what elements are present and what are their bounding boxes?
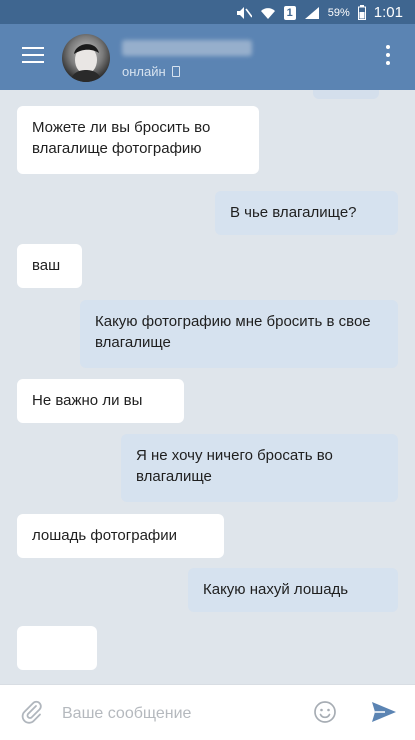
message-outgoing[interactable]: В чье влагалище? bbox=[215, 191, 398, 235]
message-input[interactable] bbox=[60, 699, 304, 729]
message-incoming[interactable] bbox=[17, 626, 97, 670]
message-text: В чье влагалище? bbox=[230, 204, 357, 221]
app-bar: онлайн bbox=[0, 24, 415, 90]
message-text: Не важно ли вы bbox=[32, 392, 143, 409]
battery-percent: 59% bbox=[327, 6, 350, 19]
message-text: Можете ли вы бросить во влагалище фотогр… bbox=[32, 119, 211, 157]
status-bar: 1 59% 1:01 bbox=[0, 0, 415, 24]
previous-message-stub bbox=[313, 90, 379, 99]
mobile-status-icon bbox=[172, 66, 181, 77]
overflow-menu-icon[interactable] bbox=[385, 45, 391, 69]
contact-name-redacted[interactable] bbox=[122, 40, 252, 56]
avatar[interactable] bbox=[62, 34, 110, 82]
send-icon[interactable] bbox=[370, 700, 398, 724]
message-text: Какую нахуй лошадь bbox=[203, 581, 349, 598]
message-outgoing[interactable]: Я не хочу ничего бросать во влагалище bbox=[121, 434, 398, 502]
paperclip-icon[interactable] bbox=[20, 700, 44, 724]
hamburger-menu-icon[interactable] bbox=[22, 47, 44, 67]
battery-icon bbox=[357, 5, 366, 20]
message-text: ваш bbox=[32, 257, 61, 274]
message-outgoing[interactable]: Какую фотографию мне бросить в свое влаг… bbox=[80, 300, 398, 368]
contact-status-label: онлайн bbox=[122, 64, 166, 79]
clock: 1:01 bbox=[373, 4, 403, 21]
contact-status: онлайн bbox=[122, 64, 181, 79]
message-composer bbox=[0, 684, 415, 740]
wifi-icon bbox=[260, 6, 276, 20]
sim-badge-number: 1 bbox=[286, 6, 293, 19]
message-incoming[interactable]: Можете ли вы бросить во влагалище фотогр… bbox=[17, 106, 259, 174]
message-incoming[interactable]: ваш bbox=[17, 244, 82, 288]
message-incoming[interactable]: лошадь фотографии bbox=[17, 514, 224, 558]
emoji-icon[interactable] bbox=[313, 700, 337, 724]
message-text: Я не хочу ничего бросать во влагалище bbox=[136, 447, 333, 485]
mute-icon bbox=[236, 6, 252, 20]
sim-badge: 1 bbox=[283, 5, 296, 20]
message-text: Какую фотографию мне бросить в свое влаг… bbox=[95, 313, 371, 351]
message-text: лошадь фотографии bbox=[32, 527, 178, 544]
message-incoming[interactable]: Не важно ли вы bbox=[17, 379, 184, 423]
status-icons: 1 59% 1:01 bbox=[236, 4, 403, 21]
message-list[interactable]: Можете ли вы бросить во влагалище фотогр… bbox=[0, 90, 415, 684]
signal-icon bbox=[304, 6, 320, 20]
message-outgoing[interactable]: Какую нахуй лошадь bbox=[188, 568, 398, 612]
